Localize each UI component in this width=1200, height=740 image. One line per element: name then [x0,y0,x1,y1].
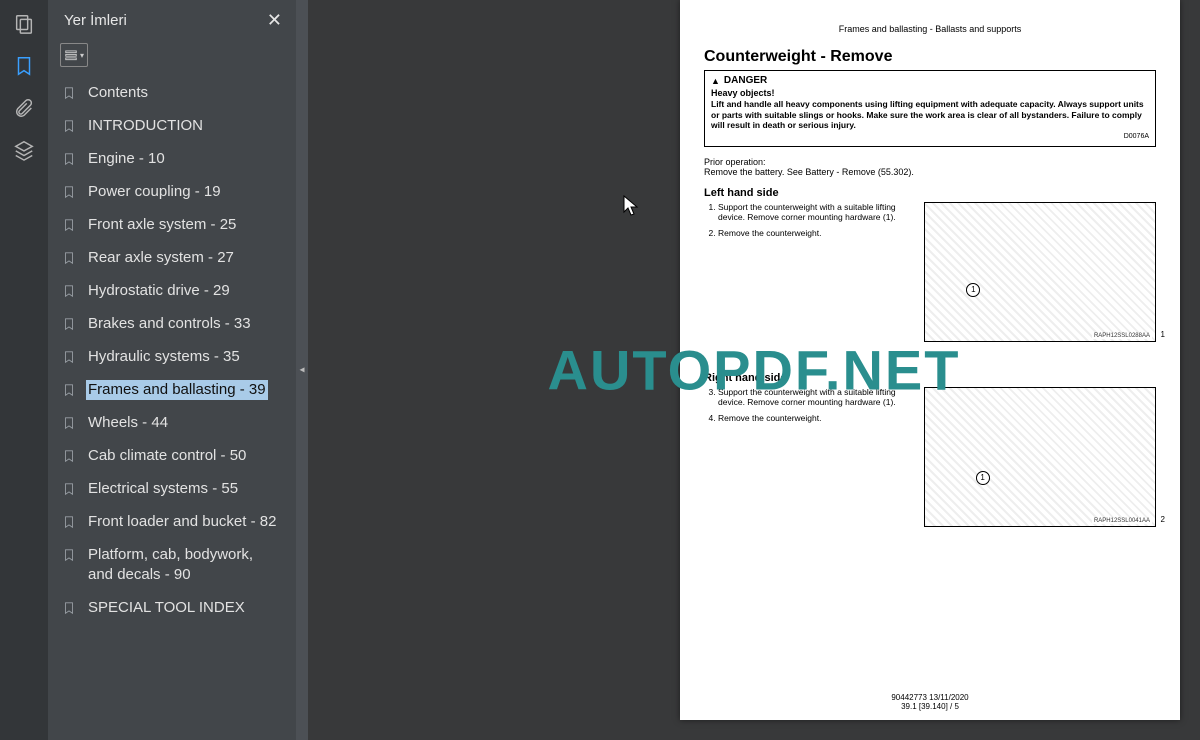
bookmark-icon [62,414,78,434]
bookmark-item[interactable]: Cab climate control - 50 [54,440,290,473]
danger-heading: DANGER [711,75,1149,86]
bookmark-item[interactable]: Platform, cab, bodywork, and decals - 90 [54,539,290,592]
figure-1-num: 1 [1161,330,1165,339]
left-steps: Support the counterweight with a suitabl… [704,202,914,342]
bookmark-label: Front loader and bucket - 82 [86,512,278,532]
right-side-row: Support the counterweight with a suitabl… [704,387,1156,527]
thumbnails-icon[interactable] [12,12,36,36]
bookmark-icon [62,117,78,137]
panel-title: Yer İmleri [64,12,127,29]
panel-resize-handle[interactable]: ◂ [296,0,308,740]
bookmark-label: Wheels - 44 [86,413,170,433]
bookmark-label: Engine - 10 [86,149,167,169]
collapse-arrow-icon: ◂ [299,365,304,376]
bookmark-label: Contents [86,83,150,103]
bookmark-label: Electrical systems - 55 [86,479,240,499]
figure-1: 1 RAPH12SSL0288AA 1 [924,202,1156,342]
bookmark-icon [62,216,78,236]
footer-line1: 90442773 13/11/2020 [680,693,1180,703]
prior-label: Prior operation: [704,157,766,167]
right-side-heading: Right hand side [704,372,1156,384]
attachments-icon[interactable] [12,96,36,120]
bookmark-item[interactable]: Contents [54,77,290,110]
bookmark-item[interactable]: Brakes and controls - 33 [54,308,290,341]
left-rail [0,0,48,740]
danger-box: DANGER Heavy objects! Lift and handle al… [704,70,1156,147]
pdf-page: Frames and ballasting - Ballasts and sup… [680,0,1180,720]
bookmark-label: Rear axle system - 27 [86,248,236,268]
left-side-heading: Left hand side [704,187,1156,199]
bookmark-icon [62,546,78,566]
bookmark-item[interactable]: Rear axle system - 27 [54,242,290,275]
prior-text: Remove the battery. See Battery - Remove… [704,167,914,177]
bookmark-icon [62,348,78,368]
bookmark-item[interactable]: Hydrostatic drive - 29 [54,275,290,308]
bookmarks-list: Contents INTRODUCTION Engine - 10 Power cou… [48,75,296,740]
bookmark-label: Power coupling - 19 [86,182,223,202]
left-side-row: Support the counterweight with a suitabl… [704,202,1156,342]
bookmark-label: Front axle system - 25 [86,215,238,235]
bookmark-icon [62,480,78,500]
bookmark-item[interactable]: Front loader and bucket - 82 [54,506,290,539]
figure-1-code: RAPH12SSL0288AA [1092,333,1152,339]
bookmark-label: Hydrostatic drive - 29 [86,281,232,301]
bookmark-item[interactable]: SPECIAL TOOL INDEX [54,592,290,625]
bookmark-label: SPECIAL TOOL INDEX [86,598,247,618]
bookmark-item[interactable]: Wheels - 44 [54,407,290,440]
page-breadcrumb: Frames and ballasting - Ballasts and sup… [704,24,1156,34]
bookmark-label: Cab climate control - 50 [86,446,248,466]
bookmark-item[interactable]: Hydraulic systems - 35 [54,341,290,374]
bookmark-item[interactable]: Power coupling - 19 [54,176,290,209]
bookmark-icon [62,282,78,302]
bookmark-icon [62,381,78,401]
bookmark-item[interactable]: Frames and ballasting - 39 [54,374,290,407]
document-viewport[interactable]: AUTOPDF.NET Frames and ballasting - Ball… [308,0,1200,740]
prior-operation: Prior operation: Remove the battery. See… [704,157,1156,177]
bookmark-label: Platform, cab, bodywork, and decals - 90 [86,545,284,586]
panel-tools: ▾ [48,39,296,75]
bookmark-label: Brakes and controls - 33 [86,314,253,334]
bookmark-icon [62,150,78,170]
figure-2-num: 2 [1161,515,1165,524]
step-2: Remove the counterweight. [718,228,914,238]
callout-1: 1 [966,283,980,297]
bookmarks-panel: Yer İmleri ✕ ▾ Contents INTRODUCTION Engin… [48,0,296,740]
danger-subhead: Heavy objects! [711,88,1149,98]
bookmark-item[interactable]: Electrical systems - 55 [54,473,290,506]
bookmark-icon [62,84,78,104]
bookmark-options-button[interactable]: ▾ [60,43,88,67]
bookmarks-icon[interactable] [12,54,36,78]
panel-header: Yer İmleri ✕ [48,0,296,39]
bookmark-icon [62,183,78,203]
panel-close-button[interactable]: ✕ [267,10,282,31]
bookmark-item[interactable]: Engine - 10 [54,143,290,176]
bookmark-icon [62,599,78,619]
figure-2-code: RAPH12SSL0041AA [1092,518,1152,524]
layers-icon[interactable] [12,138,36,162]
figure-2: 1 RAPH12SSL0041AA 2 [924,387,1156,527]
bookmark-label: INTRODUCTION [86,116,205,136]
bookmark-item[interactable]: INTRODUCTION [54,110,290,143]
bookmark-label: Frames and ballasting - 39 [86,380,268,400]
bookmark-icon [62,315,78,335]
bookmark-icon [62,447,78,467]
bookmark-icon [62,513,78,533]
step-3: Support the counterweight with a suitabl… [718,387,914,407]
bookmark-item[interactable]: Front axle system - 25 [54,209,290,242]
callout-1b: 1 [976,471,990,485]
page-title: Counterweight - Remove [704,48,1156,66]
step-4: Remove the counterweight. [718,413,914,423]
footer-line2: 39.1 [39.140] / 5 [680,702,1180,712]
bookmark-label: Hydraulic systems - 35 [86,347,242,367]
page-footer: 90442773 13/11/2020 39.1 [39.140] / 5 [680,693,1180,712]
danger-code: D0076A [711,133,1149,140]
right-steps: Support the counterweight with a suitabl… [704,387,914,527]
danger-body: Lift and handle all heavy components usi… [711,99,1149,131]
step-1: Support the counterweight with a suitabl… [718,202,914,222]
mouse-cursor-icon [623,195,639,223]
bookmark-icon [62,249,78,269]
